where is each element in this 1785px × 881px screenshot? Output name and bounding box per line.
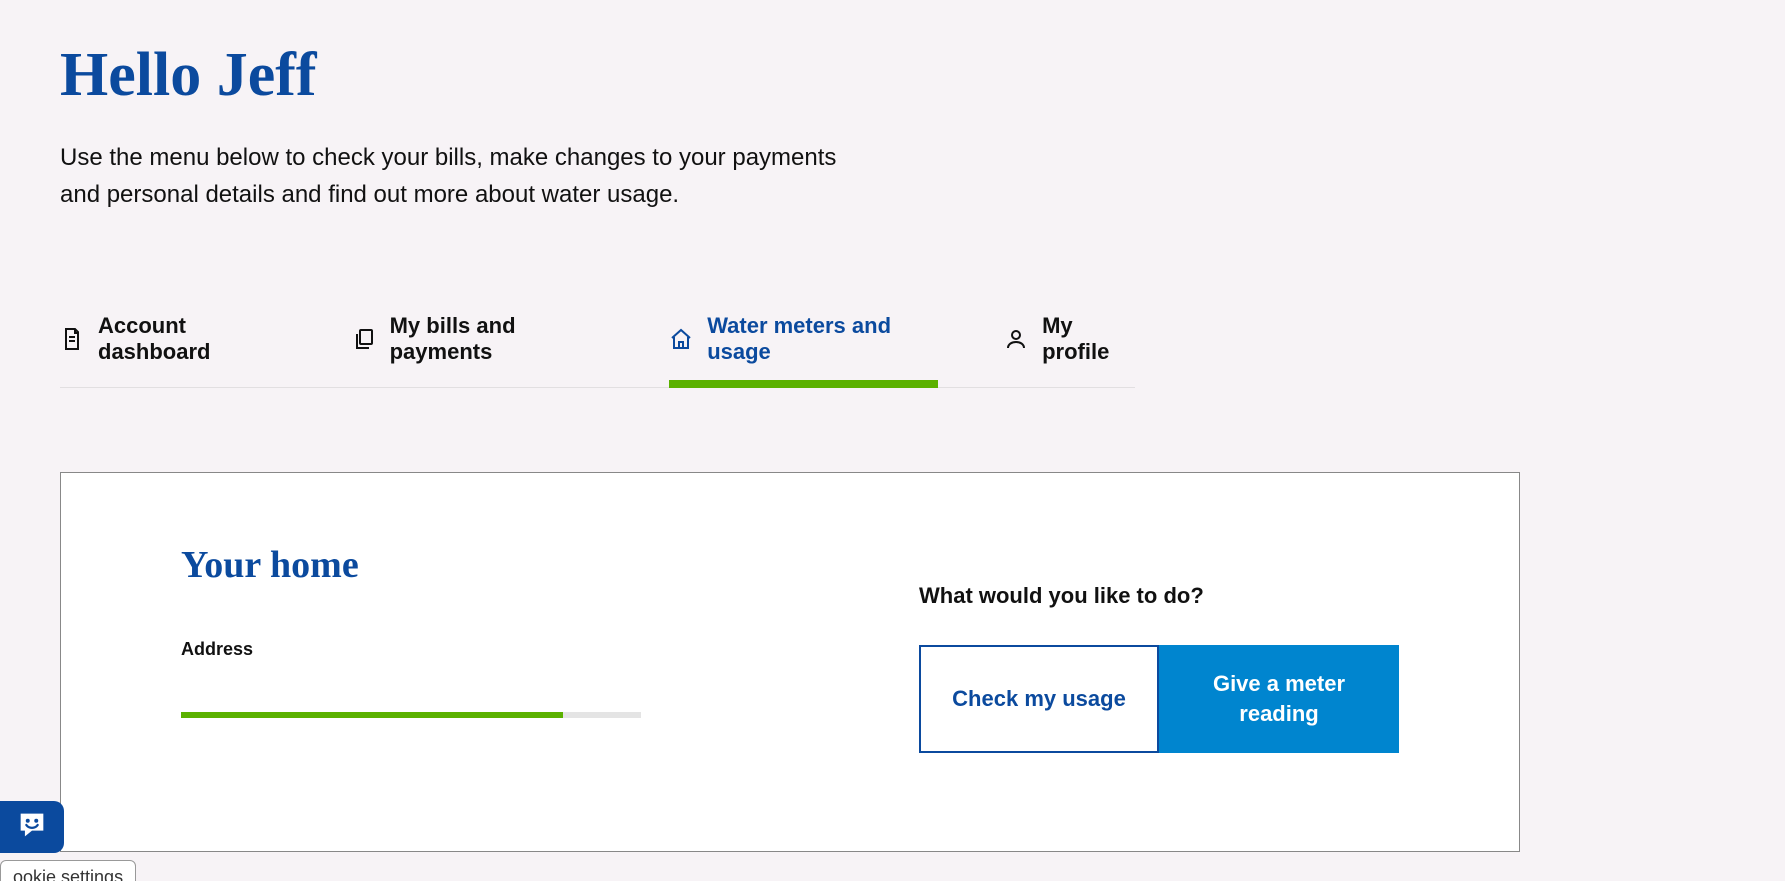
card-title: Your home [181, 543, 741, 587]
page-intro-text: Use the menu below to check your bills, … [60, 139, 840, 213]
chat-smile-icon [15, 808, 49, 847]
tab-label: Account dashboard [98, 313, 286, 365]
page-greeting: Hello Jeff [60, 40, 1725, 111]
cookie-settings-label: ookie settings [13, 867, 123, 881]
cookie-settings-tab[interactable]: ookie settings [0, 860, 136, 881]
tab-label: My profile [1042, 313, 1135, 365]
copy-icon [352, 327, 376, 351]
chat-widget-button[interactable] [0, 801, 64, 853]
main-tab-nav: Account dashboard My bills and payments … [60, 313, 1135, 388]
tab-my-bills[interactable]: My bills and payments [352, 313, 604, 387]
home-icon [669, 327, 693, 351]
person-icon [1004, 327, 1028, 351]
address-label: Address [181, 639, 741, 660]
button-label: Check my usage [952, 684, 1126, 715]
tab-label: My bills and payments [390, 313, 604, 365]
button-label: Give a meter reading [1181, 669, 1377, 731]
give-meter-reading-button[interactable]: Give a meter reading [1159, 645, 1399, 753]
tab-water-meters[interactable]: Water meters and usage [669, 313, 938, 387]
your-home-card: Your home Address What would you like to… [60, 472, 1520, 852]
document-icon [60, 327, 84, 351]
tab-label: Water meters and usage [707, 313, 938, 365]
tab-account-dashboard[interactable]: Account dashboard [60, 313, 286, 387]
check-my-usage-button[interactable]: Check my usage [919, 645, 1159, 753]
address-progress-bar [181, 712, 641, 718]
tab-my-profile[interactable]: My profile [1004, 313, 1135, 387]
address-progress-fill [181, 712, 563, 718]
action-prompt: What would you like to do? [919, 583, 1399, 609]
